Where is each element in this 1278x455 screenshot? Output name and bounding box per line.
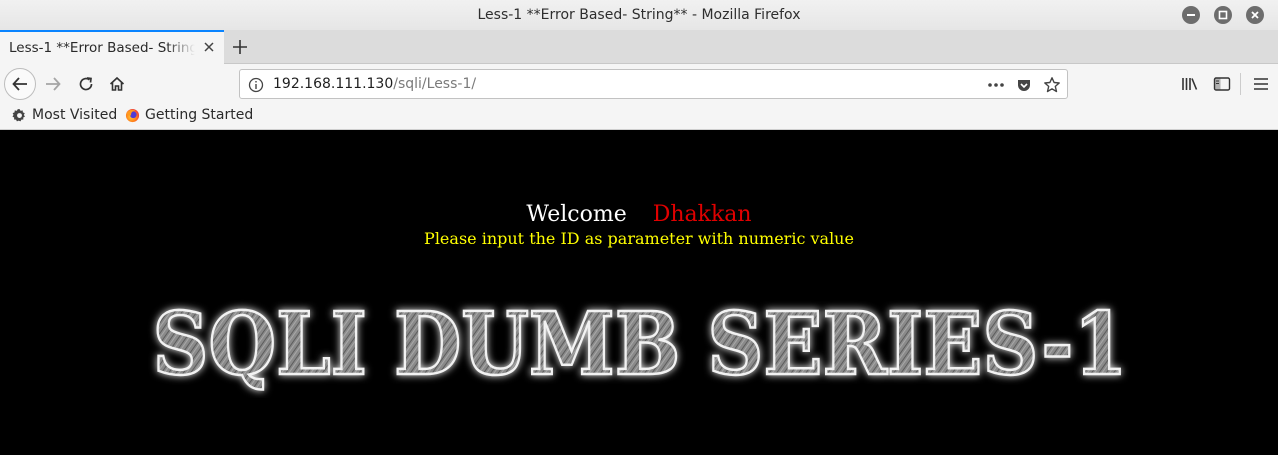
welcome-name: Dhakkan <box>652 202 752 227</box>
bookmarks-toolbar: Most Visited Getting Started <box>0 104 1278 130</box>
firefox-icon <box>125 108 140 122</box>
hamburger-menu-icon <box>1254 78 1268 90</box>
banner-text: SQLI DUMB SERIES-1 <box>153 298 1128 395</box>
site-info-icon[interactable] <box>247 76 265 94</box>
page-actions-icon[interactable] <box>987 76 1005 94</box>
url-host: 192.168.111.130 <box>273 76 394 92</box>
reload-button[interactable] <box>76 74 96 94</box>
forward-button[interactable] <box>43 74 63 94</box>
instruction-text: Please input the ID as parameter with nu… <box>424 229 854 248</box>
window-controls <box>1182 6 1264 24</box>
bookmark-star-icon[interactable] <box>1043 76 1061 94</box>
close-window-button[interactable] <box>1246 6 1264 24</box>
welcome-line: Welcome Dhakkan <box>0 202 1278 227</box>
bookmark-getting-started[interactable]: Getting Started <box>125 107 253 123</box>
sqli-dumb-series-banner: SQLI DUMB SERIES-1 <box>151 298 1129 396</box>
gear-icon <box>12 108 25 121</box>
welcome-label: Welcome <box>526 202 627 227</box>
url-text[interactable]: 192.168.111.130/sqli/Less-1/ <box>273 76 476 92</box>
maximize-button[interactable] <box>1214 6 1232 24</box>
reload-icon <box>79 77 93 91</box>
navigation-bar: 192.168.111.130/sqli/Less-1/ <box>0 64 1278 104</box>
tab-label: Less-1 **Error Based- String** - Mozilla… <box>9 40 195 56</box>
tab-strip: Less-1 **Error Based- String** - Mozilla… <box>0 30 1278 64</box>
minimize-button[interactable] <box>1182 6 1200 24</box>
home-icon <box>109 76 125 91</box>
forward-arrow-icon <box>46 77 61 91</box>
sidebar-button[interactable] <box>1212 74 1232 94</box>
bookmark-label: Most Visited <box>32 107 118 123</box>
bookmark-label: Getting Started <box>145 107 254 123</box>
tab-close-icon[interactable] <box>202 40 216 54</box>
sidebar-icon <box>1213 77 1231 91</box>
window-titlebar: Less-1 **Error Based- String** - Mozilla… <box>0 0 1278 30</box>
url-bar[interactable]: 192.168.111.130/sqli/Less-1/ <box>239 69 1068 99</box>
window-title: Less-1 **Error Based- String** - Mozilla… <box>477 7 801 23</box>
url-path: /sqli/Less-1/ <box>393 76 477 92</box>
pocket-icon[interactable] <box>1015 76 1033 94</box>
maximize-icon <box>1218 10 1228 20</box>
close-icon <box>1251 11 1259 19</box>
library-button[interactable] <box>1180 74 1200 94</box>
home-button[interactable] <box>107 74 127 94</box>
back-button[interactable] <box>4 68 36 100</box>
back-arrow-icon <box>12 77 27 91</box>
new-tab-icon[interactable] <box>230 37 250 57</box>
bookmark-most-visited[interactable]: Most Visited <box>12 107 117 123</box>
toolbar-separator <box>1240 73 1241 95</box>
minimize-icon <box>1187 14 1195 16</box>
library-icon <box>1182 78 1198 90</box>
tab-active[interactable]: Less-1 **Error Based- String** - Mozilla… <box>0 30 224 64</box>
page-content: Welcome Dhakkan Please input the ID as pa… <box>0 130 1278 455</box>
menu-button[interactable] <box>1251 74 1271 94</box>
